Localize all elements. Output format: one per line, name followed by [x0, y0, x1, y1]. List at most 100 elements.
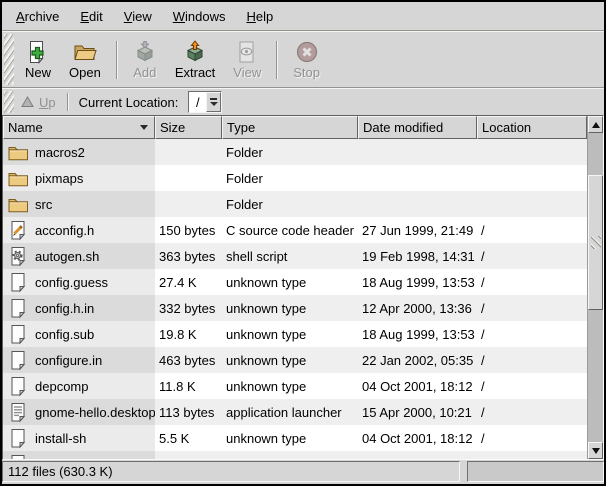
table-row[interactable]: config.sub19.8 Kunknown type18 Aug 1999,…	[3, 321, 587, 347]
up-button[interactable]: Up	[16, 93, 61, 112]
file-date-cell: 15 Apr 2000, 10:21	[358, 399, 477, 425]
document-icon	[7, 349, 29, 371]
combo-dropdown-button[interactable]	[206, 92, 221, 112]
file-name-cell: config.sub	[3, 321, 155, 347]
file-roller-window: ArchiveEditViewWindowsHelp New Open	[0, 0, 606, 486]
column-header-type[interactable]: Type	[222, 116, 358, 139]
column-header-location-label: Location	[482, 120, 531, 135]
scrollbar-grip	[591, 236, 601, 249]
location-value[interactable]: /	[189, 92, 206, 112]
file-size-cell: 363 bytes	[155, 243, 222, 269]
file-size-cell	[155, 139, 222, 165]
table-row[interactable]: pixmapsFolder	[3, 165, 587, 191]
location-bar: Up Current Location: /	[2, 89, 604, 115]
file-name-cell: src	[3, 191, 155, 217]
menu-item-windows[interactable]: Windows	[163, 5, 236, 28]
add-button-label: Add	[133, 65, 156, 80]
menu-item-help[interactable]: Help	[236, 5, 283, 28]
scroll-up-icon	[592, 122, 600, 128]
file-type-cell: Folder	[222, 165, 358, 191]
scrollbar-up-button[interactable]	[588, 116, 603, 133]
file-type-cell	[222, 451, 358, 459]
column-header-size[interactable]: Size	[155, 116, 222, 139]
open-button-label: Open	[69, 65, 101, 80]
location-bar-drag-handle[interactable]	[4, 91, 14, 113]
file-name: macros2	[35, 145, 85, 160]
file-location-cell: /	[477, 373, 587, 399]
vertical-scrollbar[interactable]	[587, 116, 603, 459]
table-row[interactable]: acconfig.h150 bytesC source code header2…	[3, 217, 587, 243]
file-name-cell: acconfig.h	[3, 217, 155, 243]
scrollbar-down-button[interactable]	[588, 442, 603, 459]
up-button-label: Up	[39, 95, 56, 110]
column-header-type-label: Type	[227, 120, 255, 135]
document-icon	[7, 271, 29, 293]
column-header-size-label: Size	[160, 120, 185, 135]
file-date-cell: 04 Oct 2001, 18:12	[358, 425, 477, 451]
toolbar-separator	[116, 41, 118, 79]
toolbar-drag-handle[interactable]	[4, 34, 14, 85]
file-name-cell: config.h.in	[3, 295, 155, 321]
file-location-cell: /	[477, 347, 587, 373]
file-size-cell: 150 bytes	[155, 217, 222, 243]
document-icon	[7, 323, 29, 345]
location-combo[interactable]: /	[188, 91, 222, 113]
file-type-cell: application launcher	[222, 399, 358, 425]
file-list: macros2Folder pixmapsFolder srcFolder ac…	[3, 139, 587, 459]
new-button[interactable]: New	[18, 37, 58, 83]
document-icon	[7, 427, 29, 449]
view-button[interactable]: View	[226, 37, 268, 83]
column-header-date-modified[interactable]: Date modified	[358, 116, 477, 139]
new-button-label: New	[25, 65, 51, 80]
table-row[interactable]: install-sh5.5 Kunknown type04 Oct 2001, …	[3, 425, 587, 451]
column-header-name[interactable]: Name	[3, 116, 155, 139]
file-name-cell: install-sh	[3, 425, 155, 451]
file-location-cell: /	[477, 269, 587, 295]
scrollbar-thumb[interactable]	[588, 175, 603, 310]
table-row[interactable]: depcomp11.8 Kunknown type04 Oct 2001, 18…	[3, 373, 587, 399]
menubar: ArchiveEditViewWindowsHelp	[2, 2, 604, 30]
table-row[interactable]: autogen.sh363 bytesshell script19 Feb 19…	[3, 243, 587, 269]
table-row[interactable]: gnome-hello.desktop113 bytesapplication …	[3, 399, 587, 425]
view-button-label: View	[233, 65, 261, 80]
menu-item-view[interactable]: View	[114, 5, 162, 28]
table-row[interactable]: src Folder	[3, 191, 587, 217]
file-type-cell: unknown type	[222, 347, 358, 373]
column-header-location[interactable]: Location	[477, 116, 587, 139]
file-name: src	[35, 197, 52, 212]
current-location-label: Current Location:	[79, 95, 179, 110]
file-size-cell	[155, 451, 222, 459]
file-name: config.h.in	[35, 301, 94, 316]
location-bar-separator	[67, 93, 69, 111]
add-button[interactable]: Add	[126, 37, 164, 83]
extract-button-label: Extract	[175, 65, 215, 80]
file-size-cell: 463 bytes	[155, 347, 222, 373]
stop-icon	[295, 40, 319, 64]
table-row[interactable]: config.h.in332 bytesunknown type12 Apr 2…	[3, 295, 587, 321]
file-size-cell: 113 bytes	[155, 399, 222, 425]
file-date-cell	[358, 191, 477, 217]
stop-button[interactable]: Stop	[286, 37, 327, 83]
table-row[interactable]: macros2Folder	[3, 139, 587, 165]
table-row[interactable]: configure.in463 bytesunknown type22 Jan …	[3, 347, 587, 373]
file-size-cell: 19.8 K	[155, 321, 222, 347]
menu-item-edit[interactable]: Edit	[70, 5, 112, 28]
new-archive-icon	[26, 40, 50, 64]
file-type-cell: unknown type	[222, 269, 358, 295]
extract-button[interactable]: Extract	[168, 37, 222, 83]
file-date-cell: 27 Jun 1999, 21:49	[358, 217, 477, 243]
file-type-cell: unknown type	[222, 373, 358, 399]
open-button[interactable]: Open	[62, 37, 108, 83]
file-location-cell: /	[477, 243, 587, 269]
file-size-cell: 27.4 K	[155, 269, 222, 295]
file-location-cell: /	[477, 425, 587, 451]
table-row[interactable]: config.guess27.4 Kunknown type18 Aug 199…	[3, 269, 587, 295]
shell-script-icon	[7, 245, 29, 267]
file-size-cell: 11.8 K	[155, 373, 222, 399]
table-row[interactable]	[3, 451, 587, 459]
file-date-cell: 12 Apr 2000, 13:36	[358, 295, 477, 321]
document-icon	[7, 453, 29, 459]
file-type-cell: Folder	[222, 191, 358, 217]
view-file-icon	[235, 40, 259, 64]
menu-item-archive[interactable]: Archive	[6, 5, 69, 28]
